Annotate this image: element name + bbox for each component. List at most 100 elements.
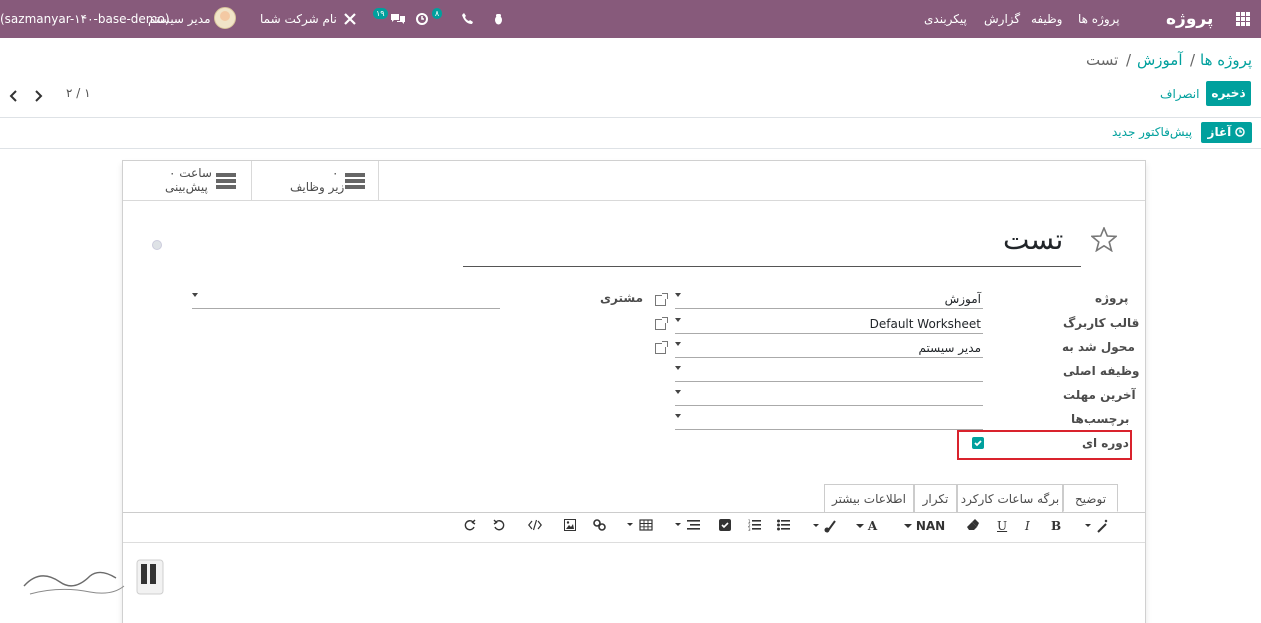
- pager-previous-icon[interactable]: [9, 90, 19, 105]
- link-icon[interactable]: [593, 519, 606, 535]
- tab-extra-info[interactable]: اطلاعات بیشتر: [824, 484, 914, 512]
- start-timer-button[interactable]: آغاز: [1201, 122, 1252, 143]
- project-field[interactable]: آموزش: [675, 289, 983, 309]
- external-link-icon[interactable]: [655, 317, 668, 330]
- caret-icon: [675, 318, 681, 322]
- caret-icon: [675, 293, 681, 297]
- font-color-label: A: [867, 519, 878, 533]
- debug-bug-icon[interactable]: [493, 0, 504, 38]
- unordered-list-icon[interactable]: [777, 519, 790, 535]
- bold-button[interactable]: B: [1051, 519, 1061, 535]
- breadcrumb-separator-2: /: [1190, 51, 1196, 69]
- magic-wand-icon[interactable]: [1085, 519, 1109, 535]
- caret-icon: [675, 342, 681, 346]
- priority-star-icon[interactable]: [1089, 225, 1119, 255]
- project-label: پروژه: [1095, 291, 1129, 305]
- pager-next-icon[interactable]: [33, 90, 43, 105]
- font-size-value: NAN: [915, 519, 946, 533]
- paragraph-align-icon[interactable]: [675, 519, 701, 535]
- font-size-dropdown[interactable]: NAN: [904, 519, 945, 535]
- tab-description[interactable]: توضیح: [1063, 484, 1118, 512]
- tasks-stack-icon: [345, 173, 365, 189]
- kanban-state-dot[interactable]: [152, 240, 162, 250]
- deadline-field[interactable]: [675, 386, 983, 406]
- breadcrumb-training[interactable]: آموزش: [1137, 51, 1183, 69]
- planned-label: پیش‌بینی: [165, 180, 208, 194]
- app-brand[interactable]: پروژه: [1166, 0, 1213, 38]
- checklist-icon[interactable]: [719, 519, 731, 535]
- ordered-list-icon[interactable]: 123: [748, 519, 761, 535]
- start-label: آغاز: [1207, 125, 1232, 139]
- activities-clock-icon[interactable]: ۸: [416, 0, 443, 38]
- hours-stack-icon: [216, 173, 236, 189]
- save-button[interactable]: ذخیره: [1206, 81, 1251, 106]
- underline-button[interactable]: U: [997, 519, 1007, 535]
- toolbar-divider: [123, 542, 1145, 543]
- assigned-field[interactable]: مدیر سیستم: [675, 338, 983, 358]
- phone-icon[interactable]: [462, 0, 473, 38]
- apps-menu-icon[interactable]: [1236, 0, 1252, 38]
- user-menu[interactable]: (sazmanyar-۱۴۰-base-demo) مدیر سیستم: [0, 0, 240, 38]
- image-icon[interactable]: [564, 519, 576, 535]
- check-icon: [974, 440, 982, 447]
- undo-icon[interactable]: [493, 519, 505, 535]
- company-switcher[interactable]: نام شرکت شما: [260, 0, 337, 38]
- database-name: (sazmanyar-۱۴۰-base-demo): [0, 12, 170, 26]
- parent-task-label: وظیفه اصلی: [1063, 364, 1140, 378]
- clock-icon: [1235, 127, 1246, 137]
- menu-reporting[interactable]: گزارش: [984, 0, 1020, 38]
- title-underline: [463, 266, 1081, 267]
- discard-button[interactable]: انصراف: [1160, 87, 1199, 101]
- table-icon[interactable]: [627, 519, 653, 535]
- subtasks-stat-button[interactable]: ۰ زیر وظایف: [251, 161, 379, 201]
- task-title[interactable]: تست: [1003, 223, 1063, 256]
- tags-field[interactable]: [675, 410, 983, 430]
- watermark-logo: [20, 556, 170, 604]
- subtasks-label: زیر وظایف: [290, 180, 345, 194]
- tabs-divider: [123, 512, 1145, 513]
- external-link-icon[interactable]: [655, 293, 668, 306]
- breadcrumb-separator: /: [1126, 51, 1132, 69]
- user-name: مدیر سیستم: [148, 12, 211, 26]
- divider: [0, 117, 1261, 118]
- menu-configuration[interactable]: پیکربندی: [924, 0, 967, 38]
- menu-tasks[interactable]: وظیفه: [1031, 0, 1062, 38]
- stats-divider: [123, 200, 1145, 201]
- recurring-checkbox[interactable]: [972, 437, 984, 449]
- font-color-dropdown[interactable]: A: [856, 519, 877, 535]
- deadline-label: آخرین مهلت: [1063, 388, 1136, 402]
- worksheet-field[interactable]: Default Worksheet: [675, 314, 983, 334]
- messages-badge: ۱۹: [373, 8, 388, 19]
- external-link-icon[interactable]: [655, 341, 668, 354]
- worksheet-value: Default Worksheet: [869, 317, 981, 331]
- eraser-icon[interactable]: [966, 519, 980, 535]
- italic-button[interactable]: I: [1025, 519, 1030, 535]
- customer-field[interactable]: [192, 289, 500, 309]
- tags-label: برچسب‌ها: [1071, 412, 1130, 426]
- project-value: آموزش: [944, 292, 981, 306]
- tab-recurrence[interactable]: تکرار: [914, 484, 957, 512]
- tools-icon[interactable]: [344, 0, 356, 38]
- top-navbar: پروژه پروژه ها وظیفه گزارش پیکربندی ۸ ۱۹…: [0, 0, 1261, 38]
- menu-projects[interactable]: پروژه ها: [1078, 0, 1120, 38]
- svg-text:3: 3: [748, 527, 751, 531]
- breadcrumb-projects[interactable]: پروژه ها: [1200, 51, 1252, 69]
- assigned-label: محول شد به: [1062, 340, 1135, 354]
- customer-label: مشتری: [600, 291, 644, 305]
- caret-icon: [675, 414, 681, 418]
- redo-icon[interactable]: [464, 519, 476, 535]
- caret-icon: [192, 293, 198, 297]
- breadcrumb-current: تست: [1086, 51, 1119, 69]
- caret-icon: [675, 366, 681, 370]
- tab-timesheets[interactable]: برگه ساعات کارکرد: [957, 484, 1063, 512]
- messaging-icon[interactable]: ۱۹: [373, 0, 406, 38]
- new-invoice-button[interactable]: پیش‌فاکتور جدید: [1112, 125, 1192, 139]
- code-view-icon[interactable]: [528, 519, 542, 535]
- paint-brush-icon[interactable]: [813, 519, 837, 535]
- user-avatar: [214, 7, 236, 29]
- pager-value: ۲ / ۱: [66, 86, 91, 100]
- subtasks-value: ۰: [332, 166, 339, 180]
- planned-hours-stat-button[interactable]: ۰ ساعت پیش‌بینی: [123, 161, 251, 201]
- assigned-value: مدیر سیستم: [918, 341, 982, 355]
- parent-task-field[interactable]: [675, 362, 983, 382]
